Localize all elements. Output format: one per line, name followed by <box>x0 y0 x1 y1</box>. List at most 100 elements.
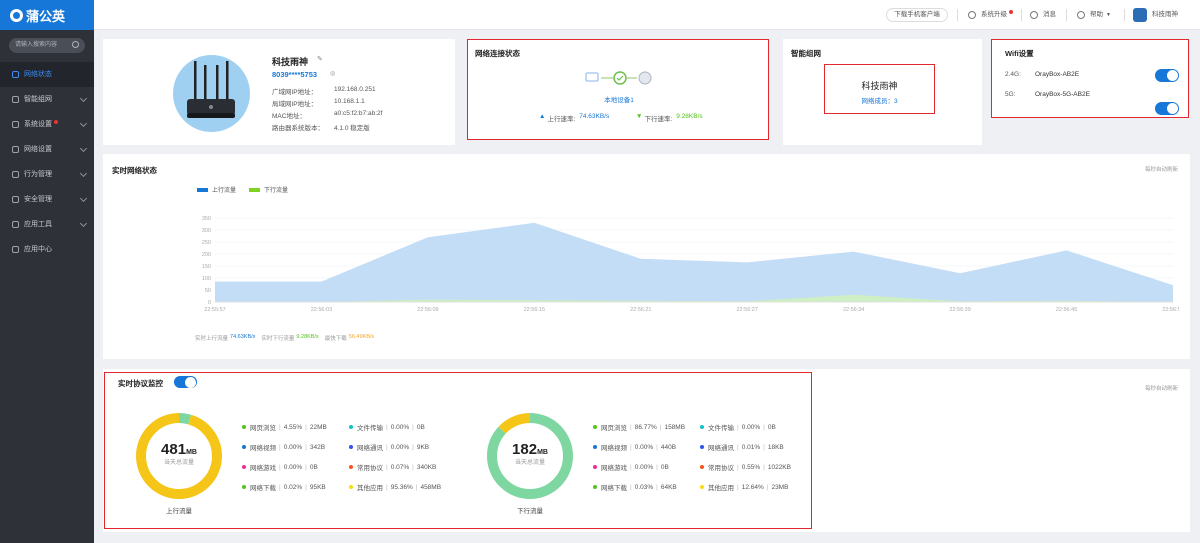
grid-icon <box>12 96 19 103</box>
group-summary[interactable]: 科技雨神 网络成员：3 <box>824 64 935 114</box>
sidebar-item-network-status[interactable]: 网络状态 <box>0 62 94 87</box>
wifi-5g-toggle[interactable] <box>1155 102 1179 115</box>
sidebar-item-tools[interactable]: 应用工具 <box>0 212 94 237</box>
legend: 上行流量 下行流量 <box>197 185 288 194</box>
realtime-network-card: 实时网络状态 每秒自动刷新 上行流量 下行流量 0 50 100 150 200 250 3… <box>103 154 1190 359</box>
stat-size: 64KB <box>660 483 677 491</box>
separator: | <box>279 483 281 491</box>
settings-icon <box>12 146 19 153</box>
down-label: 下行速率: <box>644 116 673 123</box>
field-key: 广域网IP地址： <box>272 89 318 96</box>
band-label: 5G: <box>1005 91 1016 98</box>
total-value: 182 <box>512 441 538 458</box>
separator: | <box>630 483 632 491</box>
footer-value: 9.28KB/s <box>296 334 319 340</box>
messages-button[interactable]: 消息 <box>1030 0 1056 30</box>
chevron-down-icon <box>79 119 88 128</box>
separator: | <box>763 463 765 471</box>
ssid-label: OrayBox-5G-AB2E <box>1035 91 1090 98</box>
stat-dot <box>242 465 246 469</box>
sidebar-item-network-settings[interactable]: 网络设置 <box>0 137 94 162</box>
device-card: 科技雨神 ✎ 8039****5753 ◎ 广域网IP地址： 192.168.0.… <box>103 39 455 145</box>
sidebar-item-behavior[interactable]: 行为管理 <box>0 162 94 187</box>
protocol-highlight: 实时协议监控 481MB 当天总流量 上行流量 网页浏览 | 4.55% | 22MB 文… <box>104 372 812 529</box>
stat-name: 网络视频 <box>250 445 276 452</box>
divider <box>957 9 958 21</box>
y-tick-label: 150 <box>202 264 211 270</box>
user-menu[interactable]: 科技雨神 <box>1133 0 1178 30</box>
protocol-monitor-toggle[interactable] <box>174 376 197 388</box>
total-unit: MB <box>186 449 197 456</box>
upload-rate: ▲ 上行速率: 74.63KB/s <box>539 113 609 123</box>
refresh-note: 每秒自动刷新 <box>1144 386 1178 392</box>
sidebar-item-label: 应用中心 <box>24 246 52 253</box>
chevron-down-icon <box>79 144 88 153</box>
series-area-0 <box>215 222 1173 302</box>
traffic-chart: 0 50 100 150 200 250 300 350 22:55:57 22:56:03 22:… <box>202 216 1179 313</box>
divider <box>1021 9 1022 21</box>
separator: | <box>305 423 307 431</box>
separator: | <box>766 483 769 491</box>
search-icon[interactable] <box>72 41 79 48</box>
protocol-stat: 文件传输 | 0.00% | 0B <box>700 422 776 432</box>
sidebar-search-input[interactable]: 请输入搜索内容 <box>9 38 85 53</box>
logo-icon <box>10 8 23 22</box>
group-name: 科技雨神 <box>861 81 898 91</box>
system-upgrade-button[interactable]: 系统升级 <box>968 0 1013 30</box>
wifi-settings-card: Wifi设置 2.4G: OrayBox-AB2E 5G: OrayBox-5G… <box>991 39 1189 118</box>
footer-value: 56.49KB/s <box>348 334 375 340</box>
upgrade-label: 系统升级 <box>981 11 1007 18</box>
card-title: Wifi设置 <box>1005 49 1034 58</box>
eye-icon[interactable]: ◎ <box>330 70 335 77</box>
download-stats: 网页浏览 | 86.77% | 158MB 文件传输 | 0.00% | 0B 网络视频 | 0.00%… <box>593 422 813 512</box>
separator: | <box>279 463 281 471</box>
protocol-stat: 网络通讯 | 0.01% | 18KB <box>700 442 784 452</box>
stat-pct: 0.07% <box>390 463 410 471</box>
avatar <box>1133 8 1147 22</box>
chevron-down-icon <box>79 194 88 203</box>
legend-label[interactable]: 上行流量 <box>212 185 236 194</box>
edit-icon[interactable]: ✎ <box>317 55 323 63</box>
footer-label: 最快下载 <box>324 336 347 342</box>
sidebar-item-security[interactable]: 安全管理 <box>0 187 94 212</box>
check-icon <box>613 71 627 85</box>
legend-label[interactable]: 下行流量 <box>264 185 288 194</box>
sidebar-item-system-settings[interactable]: 系统设置 <box>0 112 94 137</box>
separator: | <box>656 463 658 471</box>
version-row: 路由器系统版本： 4.1.0 稳定版 <box>272 122 370 132</box>
protocol-stat: 文件传输 | 0.00% | 0B <box>349 422 425 432</box>
app-logo[interactable]: 蒲公英 <box>0 0 94 30</box>
help-menu[interactable]: 帮助 ▼ <box>1077 0 1111 30</box>
sidebar-item-app-center[interactable]: 应用中心 <box>0 237 94 262</box>
separator: | <box>386 423 388 431</box>
stat-pct: 86.77% <box>634 423 657 431</box>
sidebar-item-label: 安全管理 <box>24 196 52 203</box>
total-value: 481 <box>161 441 187 458</box>
protocol-stat: 网络视频 | 0.00% | 440B <box>593 442 676 452</box>
stat-dot <box>242 445 246 449</box>
stat-name: 常用协议 <box>357 465 383 472</box>
router-icon <box>585 72 599 82</box>
separator: | <box>630 423 632 431</box>
connection-diagram <box>585 71 652 85</box>
upload-stats: 网页浏览 | 4.55% | 22MB 文件传输 | 0.00% | 0B 网络视频 | 0.00% | 3… <box>242 422 462 512</box>
separator: | <box>656 443 658 451</box>
separator: | <box>656 483 658 491</box>
local-device-label[interactable]: 本地设备1 <box>468 94 770 104</box>
stat-size: 9KB <box>416 443 430 451</box>
separator: | <box>386 483 388 491</box>
download-app-button[interactable]: 下载手机客户端 <box>886 8 948 22</box>
down-arrow-icon: ▼ <box>636 113 643 120</box>
stat-dot <box>700 465 704 469</box>
wifi-24g-toggle[interactable] <box>1155 69 1179 82</box>
shield-icon <box>12 196 19 203</box>
separator: | <box>737 443 739 451</box>
separator: | <box>737 483 739 491</box>
chevron-down-icon <box>79 94 88 103</box>
sidebar-item-smart-network[interactable]: 智能组网 <box>0 87 94 112</box>
stat-dot <box>700 425 704 429</box>
separator: | <box>412 423 414 431</box>
stat-size: 1022KB <box>767 463 791 471</box>
separator: | <box>763 443 765 451</box>
protocol-stat: 其他应用 | 12.64% | 23MB <box>700 482 788 492</box>
